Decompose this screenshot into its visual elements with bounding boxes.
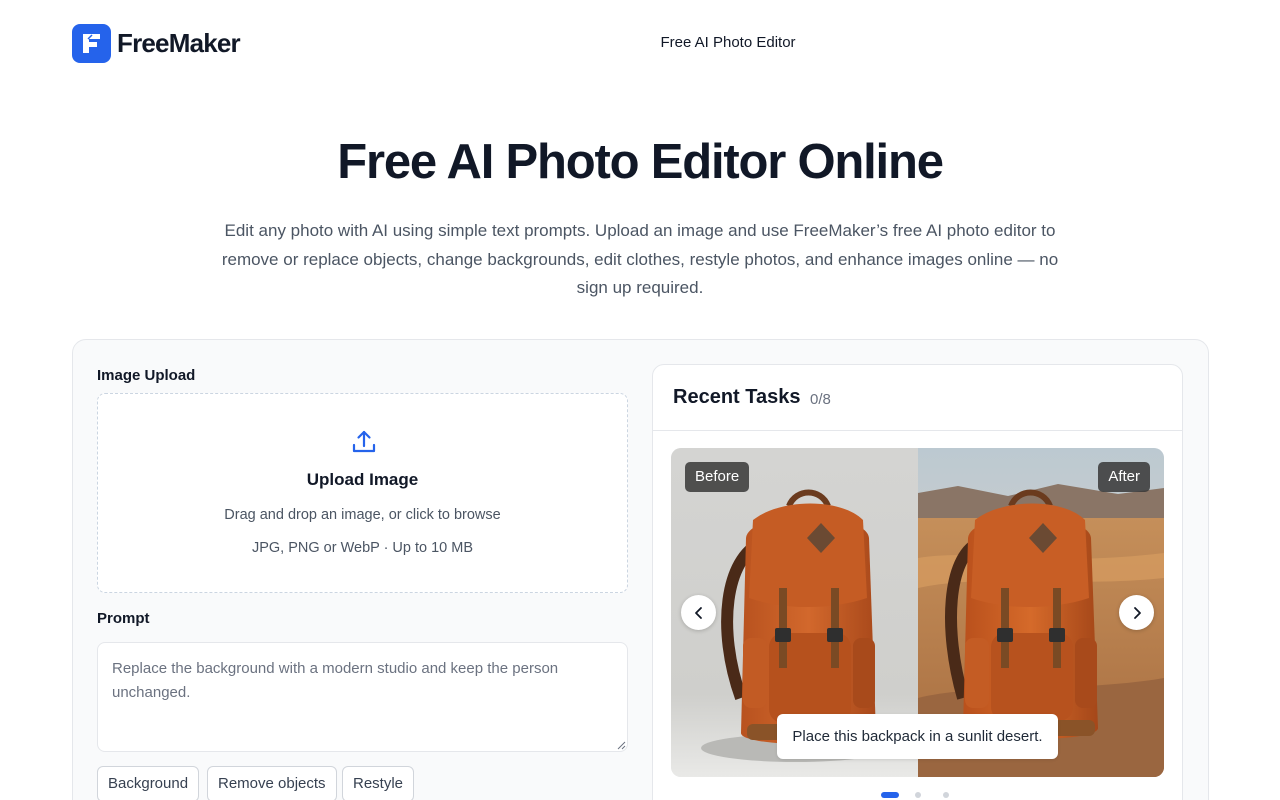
hero-description: Edit any photo with AI using simple text… <box>221 221 1059 297</box>
recent-tasks-count: 0/8 <box>810 391 831 408</box>
carousel-dot[interactable] <box>881 792 899 798</box>
chip-background[interactable]: Background <box>97 766 200 800</box>
upload-title: Upload Image <box>306 470 419 489</box>
site-header: FreeMaker Free AI Photo Editor <box>0 0 1280 88</box>
before-tag: Before <box>685 462 750 492</box>
chevron-left-icon <box>694 606 702 619</box>
carousel-dot[interactable] <box>915 792 921 798</box>
chevron-right-icon <box>1133 606 1141 619</box>
prompt-label: Prompt <box>97 610 150 627</box>
page-title: Free AI Photo Editor Online <box>337 135 944 189</box>
carousel-prev-button[interactable] <box>681 595 716 630</box>
task-caption: Place this backpack in a sunlit desert. <box>777 714 1058 759</box>
freemaker-logo-icon <box>72 24 111 63</box>
divider <box>653 430 1182 431</box>
chip-remove-objects[interactable]: Remove objects <box>207 766 337 800</box>
image-upload-dropzone[interactable]: Upload Image Drag and drop an image, or … <box>97 393 628 593</box>
upload-icon <box>350 428 378 456</box>
upload-formats: JPG, PNG or WebP · Up to 10 MB <box>251 540 474 556</box>
brand-name: FreeMaker <box>117 28 241 58</box>
upload-hint: Drag and drop an image, or click to brow… <box>224 507 501 523</box>
brand-logo[interactable]: FreeMaker <box>72 24 241 63</box>
recent-tasks-title: Recent Tasks <box>673 386 801 408</box>
carousel-next-button[interactable] <box>1119 595 1154 630</box>
chip-restyle[interactable]: Restyle <box>342 766 415 800</box>
before-after-carousel[interactable]: Before After Place this backpack in a su… <box>671 448 1164 777</box>
prompt-input[interactable] <box>97 642 628 752</box>
after-tag: After <box>1098 462 1150 492</box>
carousel-dot[interactable] <box>943 792 949 798</box>
nav-link-ai-photo-editor[interactable]: Free AI Photo Editor <box>600 34 856 51</box>
image-upload-label: Image Upload <box>97 367 196 384</box>
